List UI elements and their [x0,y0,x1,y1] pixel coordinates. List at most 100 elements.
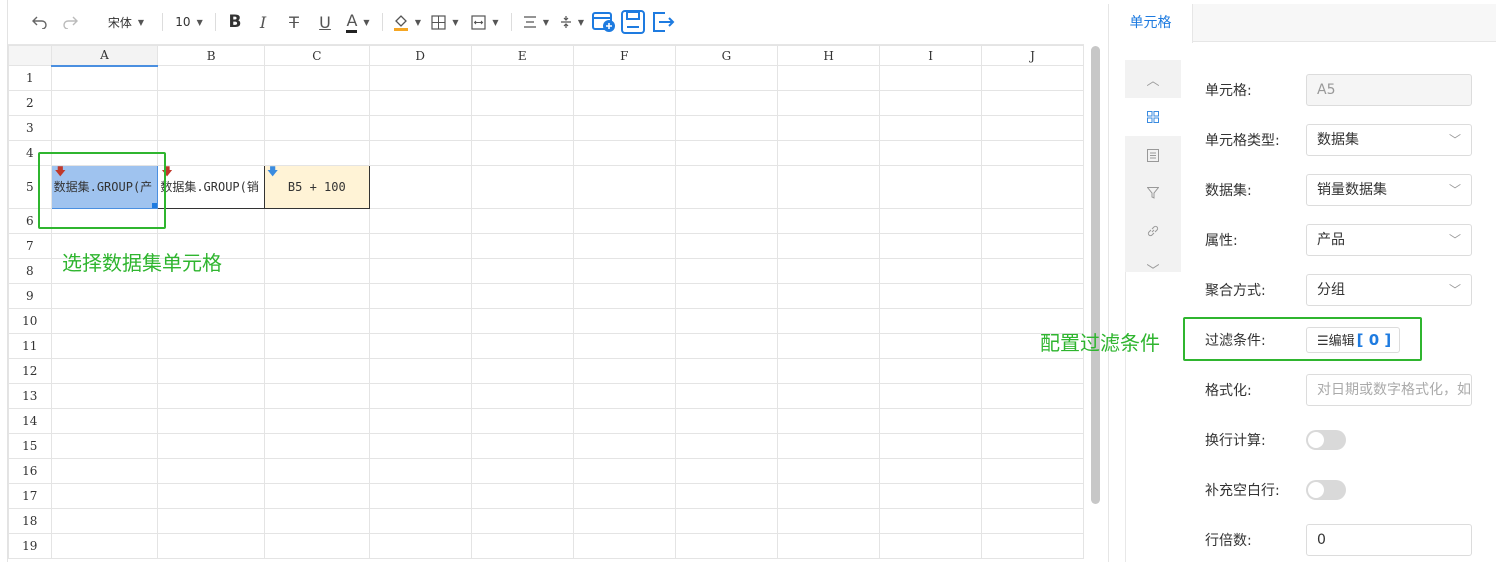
sheet-cell[interactable] [368,433,472,459]
sheet-cell[interactable] [572,533,676,559]
sheet-cell[interactable] [776,90,881,116]
sheet-cell[interactable] [981,233,1084,259]
sheet-cell[interactable] [470,408,574,434]
sheet-cell[interactable] [157,90,266,116]
row-header[interactable]: 16 [8,458,52,484]
sheet-cell[interactable] [879,308,983,334]
insert-button[interactable] [590,9,618,35]
sheet-cell[interactable] [157,458,266,484]
sheet-cell[interactable] [264,383,370,409]
sheet-cell[interactable] [776,208,881,234]
sheet-cell[interactable] [674,65,778,91]
sheet-cell[interactable] [572,140,676,166]
sheet-cell[interactable] [157,115,266,141]
sheet-cell[interactable] [264,358,370,384]
redo-icon[interactable] [58,9,82,35]
sheet-cell[interactable] [264,508,370,534]
sheet-cell[interactable] [981,165,1084,209]
undo-icon[interactable] [28,9,52,35]
sheet-cell[interactable] [572,115,676,141]
sheet-cell[interactable] [776,283,881,309]
sheet-cell[interactable] [674,233,778,259]
sheet-cell[interactable] [368,65,472,91]
sheet-cell[interactable] [157,483,266,509]
sheet-cell[interactable] [470,165,574,209]
sheet-cell[interactable] [157,433,266,459]
sheet-cell[interactable] [470,115,574,141]
sheet-cell[interactable] [879,333,983,359]
row-header[interactable]: 12 [8,358,52,384]
font-size-select[interactable]: 10 ▼ [169,9,209,35]
merge-cells-button[interactable]: ▼ [465,9,505,35]
column-header[interactable]: I [879,45,983,66]
row-header[interactable]: 7 [8,233,52,259]
sheet-cell[interactable] [674,533,778,559]
sheet-cell[interactable] [157,208,266,234]
font-color-button[interactable]: A ▼ [340,9,376,35]
cell-b5[interactable]: 🡇 数据集.GROUP(销 [157,165,266,209]
sheet-cell[interactable] [879,508,983,534]
sheet-cell[interactable] [981,533,1084,559]
sheet-cell[interactable] [776,258,881,284]
sheet-cell[interactable] [264,483,370,509]
sheet-cell[interactable] [572,433,676,459]
sheet-cell[interactable] [981,65,1084,91]
row-multiple-input[interactable]: 0 [1306,524,1472,556]
sheet-cell[interactable] [50,408,159,434]
sheet-cell[interactable] [368,458,472,484]
sheet-cell[interactable] [674,358,778,384]
row-header[interactable]: 3 [8,115,52,141]
sheet-cell[interactable] [368,165,472,209]
sheet-cell[interactable] [674,508,778,534]
column-header[interactable]: G [674,45,778,66]
column-header[interactable]: H [776,45,881,66]
column-header[interactable]: F [572,45,676,66]
sheet-cell[interactable] [157,358,266,384]
sheet-cell[interactable] [368,283,472,309]
sheet-cell[interactable] [572,308,676,334]
sheet-cell[interactable] [157,508,266,534]
sheet-cell[interactable] [264,433,370,459]
sheet-cell[interactable] [50,533,159,559]
sheet-cell[interactable] [674,458,778,484]
sheet-cell[interactable] [572,165,676,209]
row-header[interactable]: 18 [8,508,52,534]
sheet-cell[interactable] [470,508,574,534]
sheet-cell[interactable] [368,408,472,434]
sheet-cell[interactable] [368,358,472,384]
sheet-cell[interactable] [674,208,778,234]
sheet-cell[interactable] [50,383,159,409]
aggregation-select[interactable]: 分组 ﹀ [1306,274,1472,306]
sheet-cell[interactable] [572,65,676,91]
sheet-cell[interactable] [776,165,881,209]
sheet-cell[interactable] [368,258,472,284]
sheet-cell[interactable] [776,233,881,259]
sheet-cell[interactable] [776,358,881,384]
sheet-cell[interactable] [50,433,159,459]
sheet-cell[interactable] [981,483,1084,509]
sheet-cell[interactable] [981,433,1084,459]
sheet-cell[interactable] [264,115,370,141]
sheet-cell[interactable] [879,383,983,409]
sheet-cell[interactable] [674,308,778,334]
row-header[interactable]: 13 [8,383,52,409]
sheet-cell[interactable] [776,408,881,434]
sheet-cell[interactable] [368,233,472,259]
sheet-cell[interactable] [674,483,778,509]
vertical-scrollbar[interactable] [1091,46,1100,504]
sheet-cell[interactable] [572,358,676,384]
sheet-cell[interactable] [157,308,266,334]
sheet-cell[interactable] [879,458,983,484]
export-button[interactable] [648,9,678,35]
sheet-cell[interactable] [470,283,574,309]
sheet-cell[interactable] [879,408,983,434]
row-header[interactable]: 10 [8,308,52,334]
sheet-cell[interactable] [776,140,881,166]
sheet-cell[interactable] [879,258,983,284]
sheet-cell[interactable] [157,65,266,91]
sheet-cell[interactable] [50,483,159,509]
sheet-cell[interactable] [981,208,1084,234]
sheet-cell[interactable] [776,383,881,409]
sheet-cell[interactable] [572,283,676,309]
sheet-cell[interactable] [879,483,983,509]
